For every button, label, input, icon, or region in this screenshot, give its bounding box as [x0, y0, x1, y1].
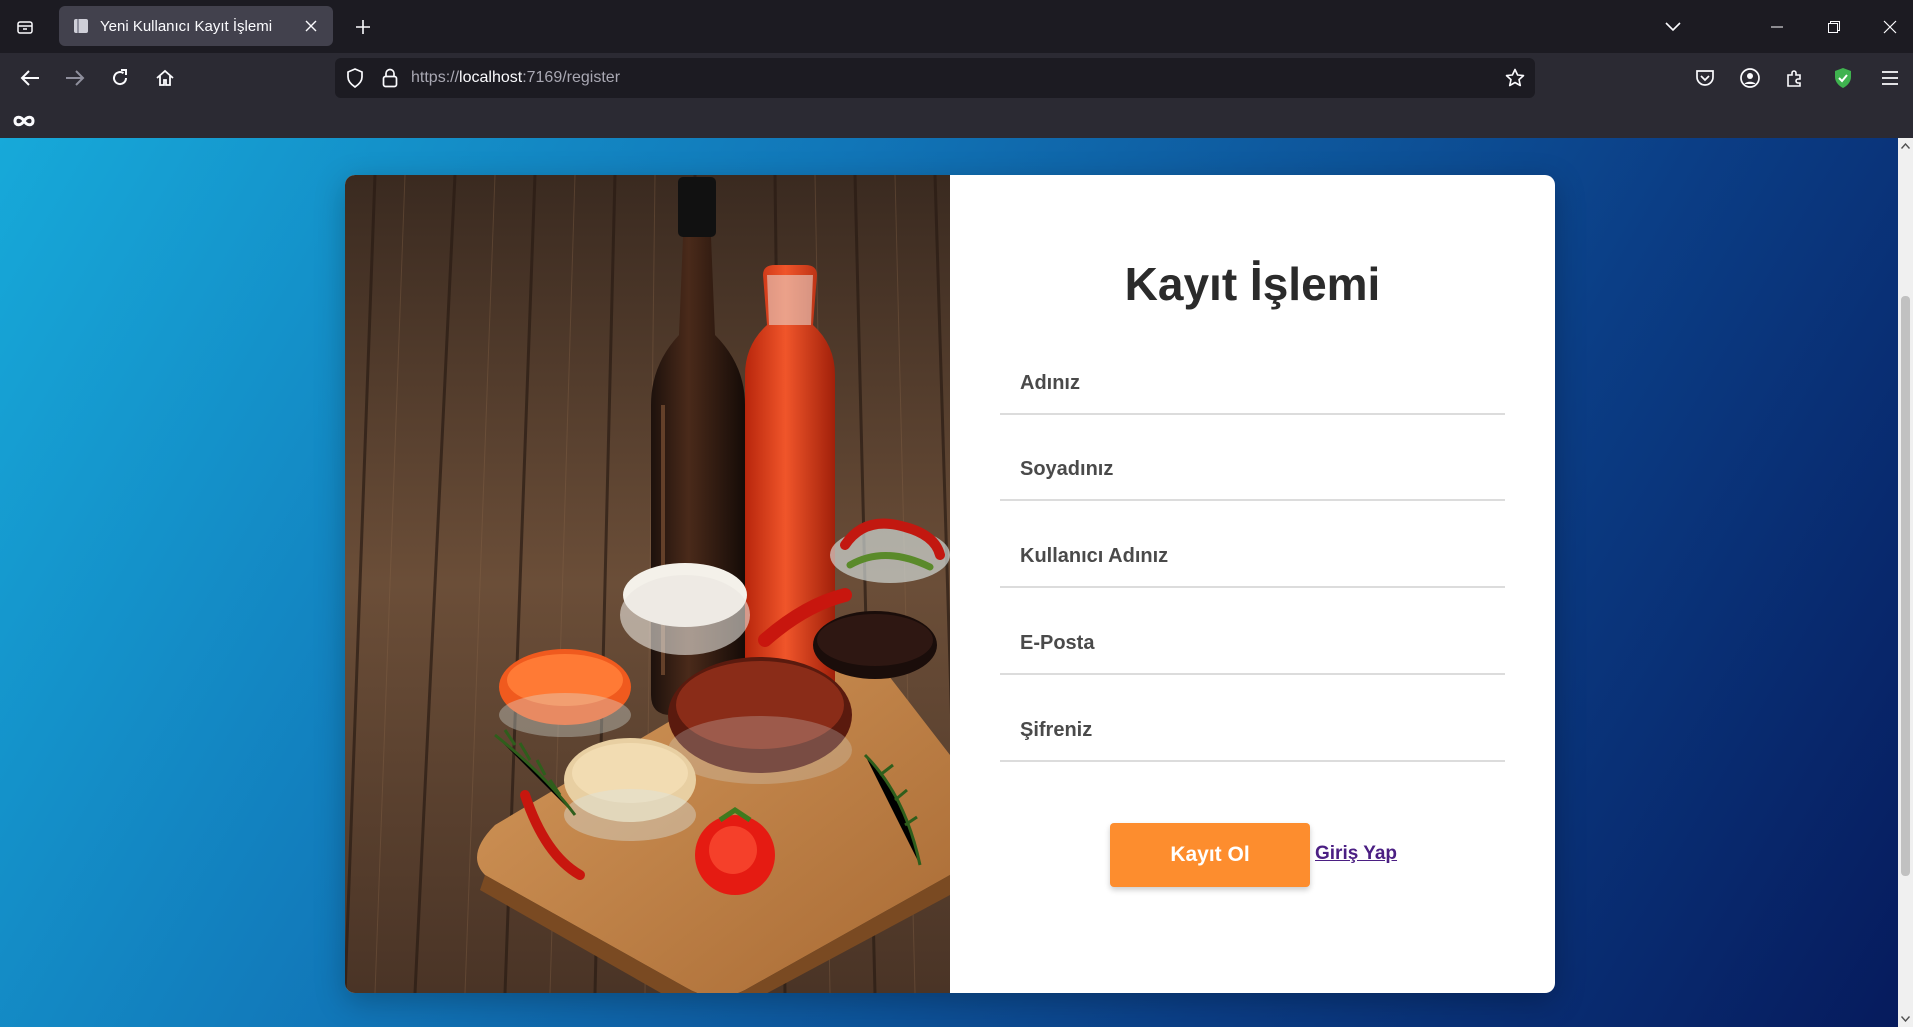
page-title: Kayıt İşlemi — [1124, 258, 1381, 310]
pocket-icon[interactable] — [1690, 63, 1720, 93]
username-input[interactable] — [1000, 526, 1505, 586]
page-viewport: Kayıt İşlemi Kayıt Ol Giriş Yap — [0, 138, 1913, 1027]
scrollbar-thumb[interactable] — [1901, 296, 1910, 876]
new-tab-plus-icon[interactable] — [349, 13, 377, 41]
home-icon[interactable] — [150, 63, 180, 93]
shield-check-icon[interactable] — [1828, 63, 1858, 93]
last-name-field — [1000, 439, 1505, 501]
puzzle-icon[interactable] — [1780, 63, 1810, 93]
account-icon[interactable] — [1735, 63, 1765, 93]
tab-overflow-chevron-down-icon[interactable] — [1658, 12, 1688, 42]
tab-close-icon[interactable] — [301, 16, 321, 36]
first-name-field — [1000, 353, 1505, 415]
close-window-icon[interactable] — [1875, 12, 1905, 42]
page-scrollbar[interactable] — [1898, 138, 1913, 1027]
email-field — [1000, 613, 1505, 675]
scroll-down-arrow-icon[interactable] — [1900, 1013, 1911, 1025]
url-prefix: https:// — [411, 69, 460, 86]
list-all-tabs-icon[interactable] — [12, 14, 38, 40]
url-text: https://localhost:7169/register — [411, 69, 620, 87]
scroll-up-arrow-icon[interactable] — [1900, 140, 1911, 152]
sauces-photo — [345, 175, 950, 993]
star-icon[interactable] — [1503, 66, 1527, 90]
form-actions: Kayıt Ol Giriş Yap — [950, 823, 1555, 889]
register-form: Kayıt İşlemi Kayıt Ol Giriş Yap — [950, 175, 1555, 993]
password-field — [1000, 700, 1505, 762]
register-card: Kayıt İşlemi Kayıt Ol Giriş Yap — [345, 175, 1555, 993]
url-host: localhost — [459, 69, 523, 86]
shield-icon[interactable] — [343, 66, 367, 90]
url-bar[interactable]: https://localhost:7169/register — [335, 58, 1535, 98]
bookmarks-toolbar — [0, 103, 1913, 138]
reload-icon[interactable] — [105, 63, 135, 93]
tab-title: Yeni Kullanıcı Kayıt İşlemi — [100, 17, 273, 35]
restore-icon[interactable] — [1819, 12, 1849, 42]
email-input[interactable] — [1000, 613, 1505, 673]
hamburger-icon[interactable] — [1875, 63, 1905, 93]
infinity-icon[interactable] — [12, 111, 36, 131]
navigation-toolbar: https://localhost:7169/register — [0, 53, 1913, 103]
lock-icon[interactable] — [378, 66, 402, 90]
register-button[interactable]: Kayıt Ol — [1110, 823, 1310, 887]
login-link[interactable]: Giriş Yap — [1315, 843, 1397, 865]
page-icon — [71, 16, 91, 36]
forward-arrow-icon[interactable] — [60, 63, 90, 93]
password-input[interactable] — [1000, 700, 1505, 760]
last-name-input[interactable] — [1000, 439, 1505, 499]
browser-tab[interactable]: Yeni Kullanıcı Kayıt İşlemi — [59, 6, 333, 46]
back-arrow-icon[interactable] — [15, 63, 45, 93]
tab-bar: Yeni Kullanıcı Kayıt İşlemi — [0, 0, 1913, 53]
minimize-icon[interactable] — [1762, 12, 1792, 42]
first-name-input[interactable] — [1000, 353, 1505, 413]
url-path: :7169/register — [522, 69, 621, 86]
username-field — [1000, 526, 1505, 588]
